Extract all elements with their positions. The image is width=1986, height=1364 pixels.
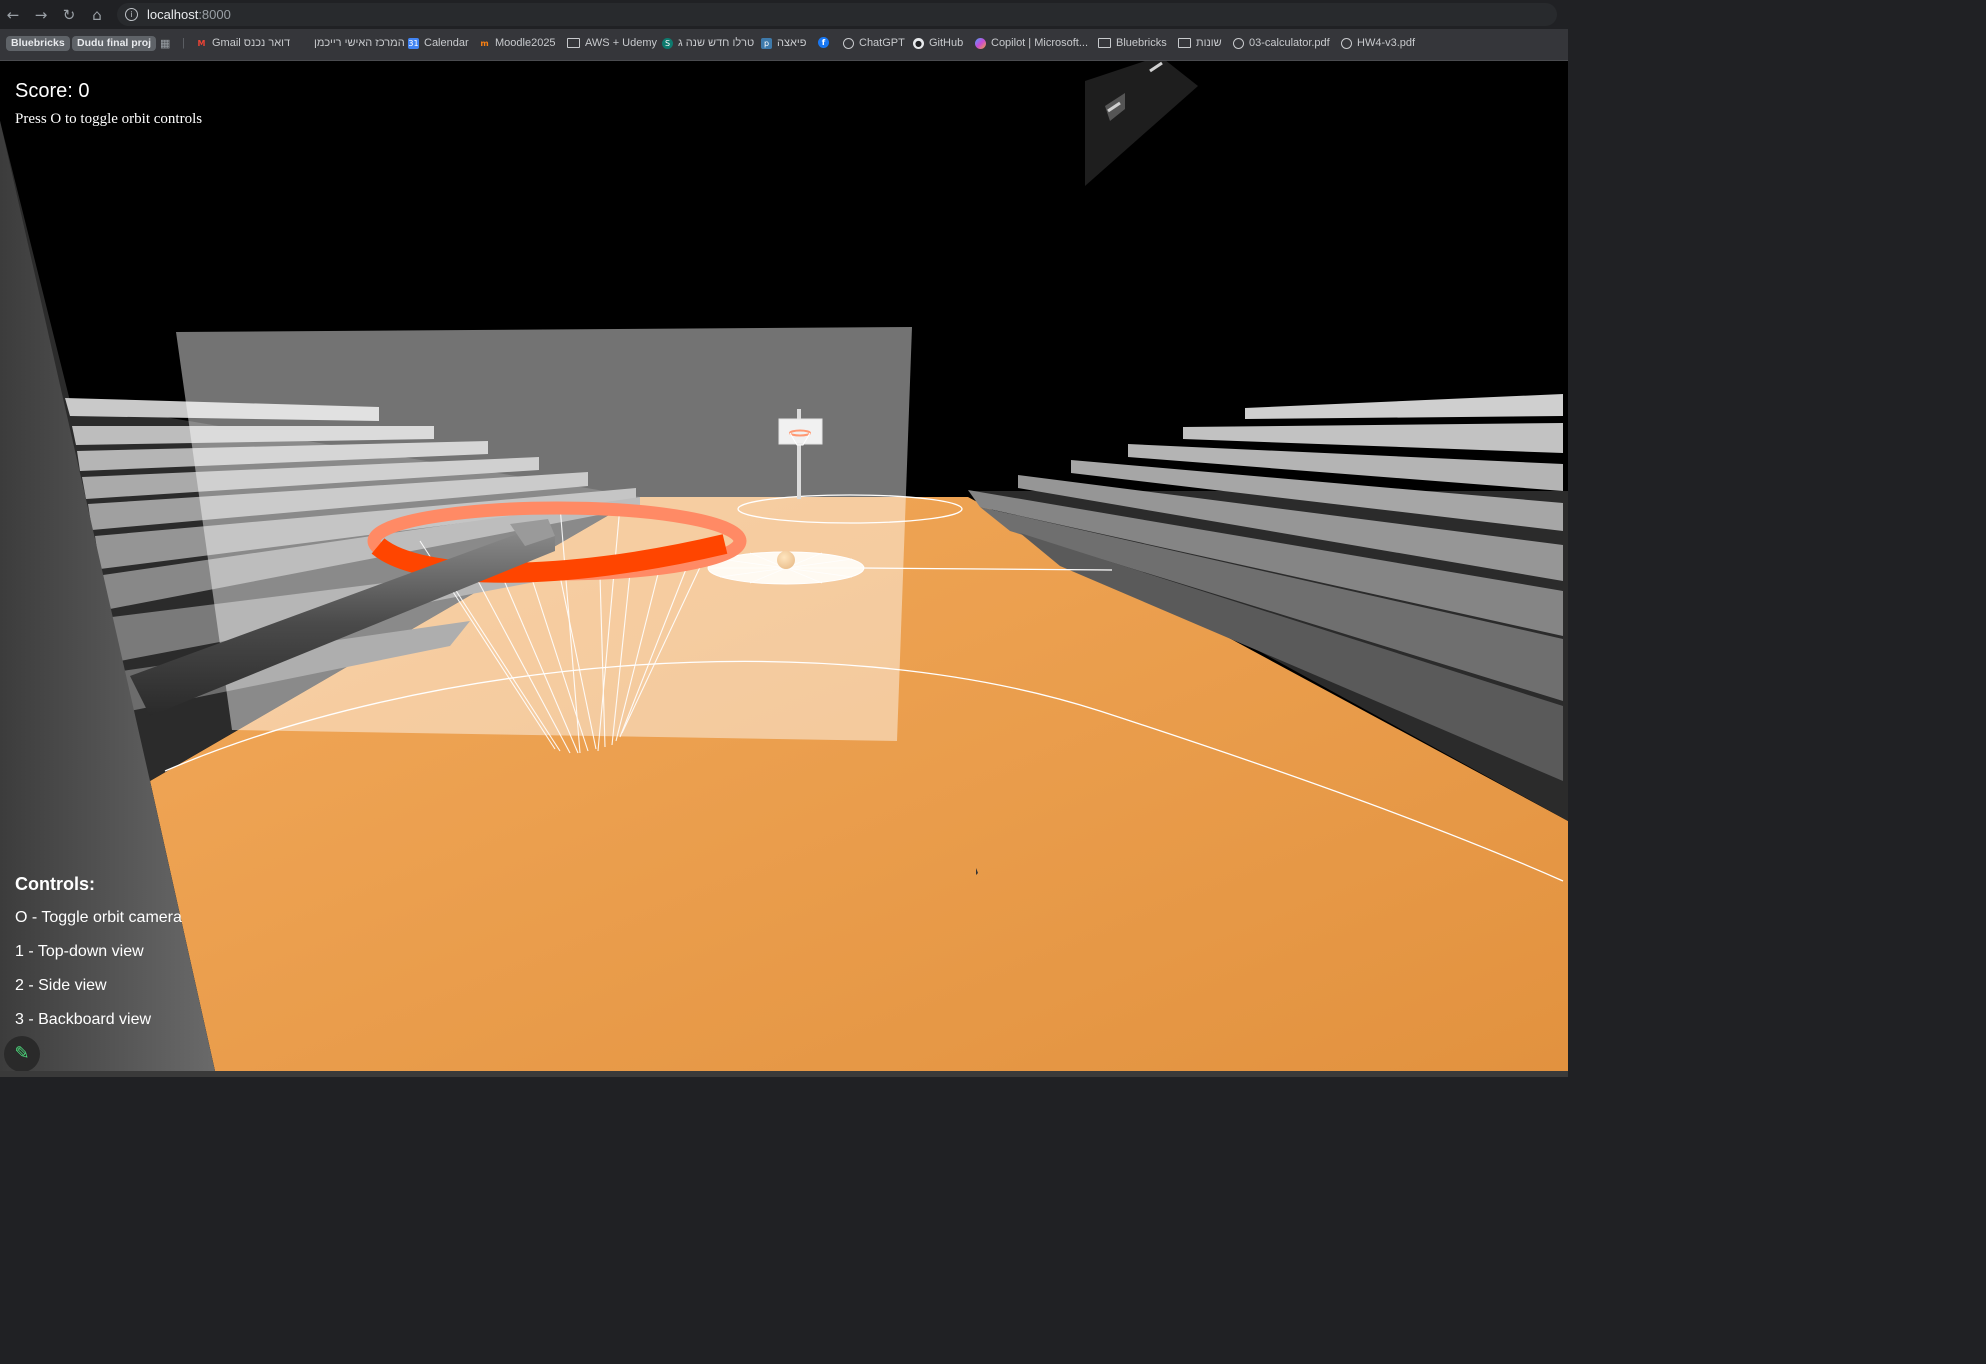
bookmarks-bar: Bluebricks Dudu final proj ▦ | M Gmail דו… — [0, 29, 1568, 61]
controls-panel: Controls: O - Toggle orbit camera 1 - To… — [15, 874, 182, 1044]
url-text: localhost:8000 — [147, 7, 231, 22]
bookmark-github[interactable]: ● GitHub — [913, 37, 963, 49]
bookmark-calculator-pdf[interactable]: 03-calculator.pdf — [1233, 37, 1330, 49]
reload-icon[interactable]: ↻ — [58, 4, 80, 26]
calendar-icon: 31 — [408, 37, 419, 49]
control-backboard: 3 - Backboard view — [15, 1011, 152, 1028]
control-orbit: O - Toggle orbit camera — [15, 909, 182, 926]
controls-title: Controls: — [15, 874, 95, 894]
folder-icon — [567, 38, 580, 48]
gmail-icon: M — [197, 38, 206, 48]
bookmark-trello[interactable]: S טרלו חדש שנה ג — [662, 37, 754, 49]
browser-toolbar: ← → ↻ ⌂ i localhost:8000 — [0, 0, 1568, 29]
chatgpt-icon — [843, 37, 854, 49]
bookmark-chip-bluebricks[interactable]: Bluebricks — [6, 36, 70, 51]
bookmark-moodle[interactable]: m Moodle2025 — [479, 37, 555, 49]
ceiling-fixture — [1085, 61, 1198, 186]
site-info-icon[interactable]: i — [125, 8, 138, 21]
control-side: 2 - Side view — [15, 977, 107, 994]
github-icon: ● — [913, 37, 924, 49]
globe-icon — [1233, 37, 1244, 49]
bookmark-gmail[interactable]: M Gmail דואר נכנס — [196, 37, 291, 49]
site-icon — [298, 37, 309, 49]
copilot-icon — [975, 37, 986, 49]
control-top-down: 1 - Top-down view — [15, 943, 144, 960]
bookmark-chatgpt[interactable]: ChatGPT — [843, 37, 905, 49]
folder-icon — [1178, 38, 1191, 48]
globe-icon — [1341, 37, 1352, 49]
trello-icon: S — [662, 37, 673, 49]
back-icon[interactable]: ← — [2, 4, 24, 26]
bookmark-calendar[interactable]: 31 Calendar — [408, 37, 469, 49]
bookmark-chip-dudu-final-proj[interactable]: Dudu final proj — [72, 36, 157, 51]
moodle-icon: m — [480, 38, 489, 48]
bookmark-reichman[interactable]: המרכז האישי רייכמן — [298, 37, 405, 49]
bookmark-folder-bluebricks[interactable]: Bluebricks — [1098, 37, 1167, 49]
piazza-icon: p — [761, 37, 772, 49]
orbit-hint: Press O to toggle orbit controls — [15, 111, 203, 127]
bookmark-copilot[interactable]: Copilot | Microsoft... — [975, 37, 1088, 49]
folder-icon — [1098, 38, 1111, 48]
bottom-scrollbar[interactable] — [0, 1071, 1568, 1077]
home-icon[interactable]: ⌂ — [86, 4, 108, 26]
bookmark-facebook[interactable]: f — [818, 37, 834, 48]
forward-icon[interactable]: → — [30, 4, 52, 26]
address-bar[interactable]: i localhost:8000 — [117, 3, 1557, 26]
bookmark-folder-aws[interactable]: AWS + Udemy — [567, 37, 657, 49]
basketball-court-scene[interactable] — [0, 61, 1568, 1071]
score-display: Score: 0 — [15, 80, 90, 102]
game-canvas[interactable]: Score: 0 Press O to toggle orbit control… — [0, 61, 1568, 1071]
bookmark-piazza[interactable]: p פיאצה — [761, 37, 806, 49]
bookmark-folder-misc[interactable]: שונות — [1178, 37, 1222, 49]
bookmark-hw4-pdf[interactable]: HW4-v3.pdf — [1341, 37, 1415, 49]
facebook-icon: f — [818, 37, 829, 48]
bookmark-separator: | — [182, 37, 185, 49]
pencil-edit-icon[interactable]: ✎ — [4, 1036, 40, 1071]
apps-grid-icon[interactable]: ▦ — [160, 37, 170, 50]
